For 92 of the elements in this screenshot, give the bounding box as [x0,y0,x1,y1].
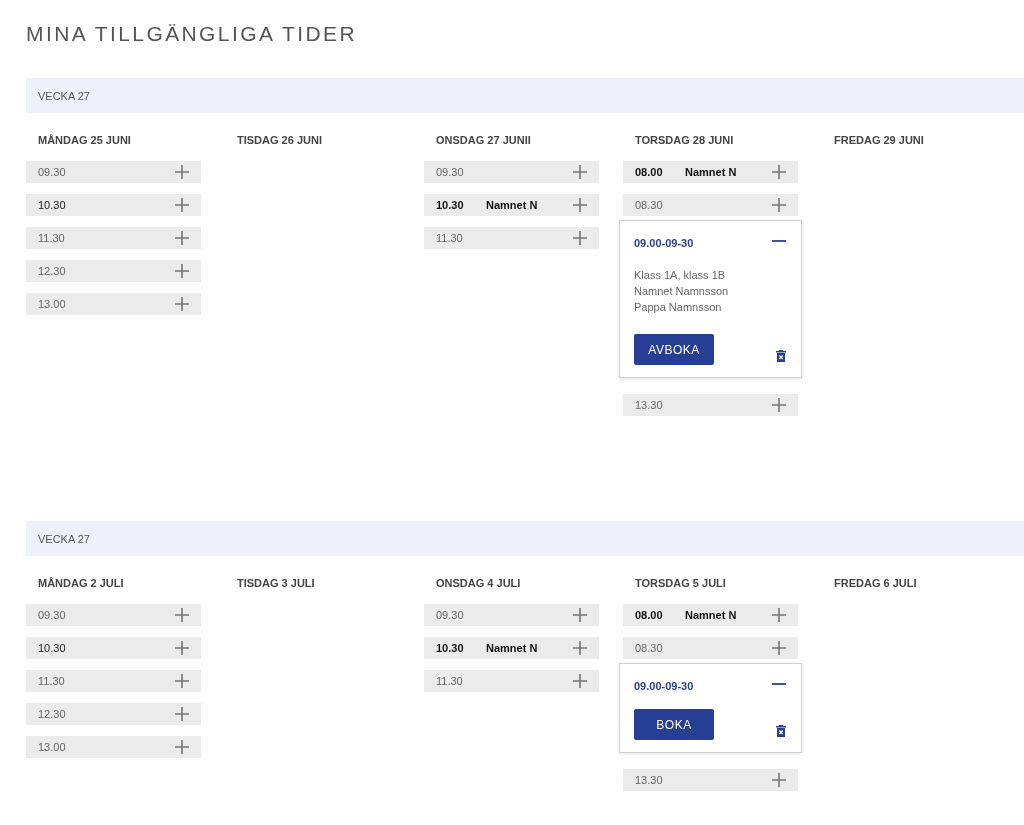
slot-time: 09.30 [436,609,465,621]
booked-name: Namnet N [685,609,738,621]
slot-time: 09.30 [436,166,465,178]
slot-time: 11.30 [436,675,464,687]
plus-icon[interactable] [573,198,587,212]
slot-time: 08.00 [635,609,664,621]
day-heading: TORSDAG 5 JULI [635,577,727,591]
plus-icon[interactable] [573,165,587,179]
time-slot[interactable]: 10.30 Namnet N [424,637,599,659]
time-slot[interactable]: 09.30 [26,604,201,626]
slot-time-range[interactable]: 09.00-09-30 [634,680,694,692]
plus-icon[interactable] [175,198,189,212]
booking-button[interactable]: AVBOKA [634,334,714,365]
time-slot[interactable]: 09.30 [26,161,201,183]
day-heading: TISDAG 3 JULI [237,577,316,591]
plus-icon[interactable] [175,264,189,278]
plus-icon[interactable] [175,740,189,754]
slot-time: 13.00 [38,298,67,310]
plus-icon[interactable] [175,231,189,245]
day-heading: ONSDAG 4 JULI [436,577,522,591]
time-slot[interactable]: 12.30 [26,260,201,282]
booked-name: Namnet N [486,642,539,654]
week-label: VECKA 27 [38,532,90,545]
plus-icon[interactable] [772,773,786,787]
slot-time: 13.30 [635,399,664,411]
day-heading: FREDAG 6 JULI [834,577,918,591]
time-slot[interactable]: 08.30 [623,194,798,216]
booked-name: Namnet N [685,166,738,178]
plus-icon[interactable] [573,641,587,655]
time-slot[interactable]: 10.30 [26,194,201,216]
time-slot[interactable]: 08.00 Namnet N [623,604,798,626]
slot-time: 11.30 [38,675,66,687]
plus-icon[interactable] [175,674,189,688]
plus-icon[interactable] [573,608,587,622]
detail-line: Pappa Namnsson [634,300,723,315]
slot-time: 13.00 [38,741,67,753]
time-slot[interactable]: 11.30 [424,670,599,692]
slot-time: 13.30 [635,774,664,786]
time-slot[interactable]: 13.30 [623,769,798,791]
slot-time: 09.30 [38,166,67,178]
day-heading: FREDAG 29 JUNI [834,134,925,148]
page-title: MINA TILLGÄNGLIGA TIDER [26,22,358,46]
day-heading: ONSDAG 27 JUNII [436,134,532,148]
slot-time: 10.30 [38,642,67,654]
plus-icon[interactable] [175,297,189,311]
time-slot[interactable]: 12.30 [26,703,201,725]
plus-icon[interactable] [772,608,786,622]
trash-icon[interactable] [776,725,786,737]
slot-time: 12.30 [38,708,67,720]
time-slot[interactable]: 09.30 [424,604,599,626]
plus-icon[interactable] [175,608,189,622]
detail-line: Klass 1A, klass 1B [634,268,727,283]
booking-button[interactable]: BOKA [634,709,714,740]
time-slot[interactable]: 09.30 [424,161,599,183]
time-slot[interactable]: 13.00 [26,736,201,758]
slot-time: 10.30 [436,642,465,654]
plus-icon[interactable] [175,641,189,655]
detail-line: Namnet Namnsson [634,284,730,299]
plus-icon[interactable] [772,165,786,179]
day-heading: MÅNDAG 2 JULI [38,577,125,591]
time-slot[interactable]: 08.30 [623,637,798,659]
time-slot[interactable]: 10.30 Namnet N [424,194,599,216]
plus-icon[interactable] [573,231,587,245]
plus-icon[interactable] [175,707,189,721]
time-slot[interactable]: 11.30 [26,670,201,692]
slot-time: 09.30 [38,609,67,621]
slot-time: 11.30 [38,232,66,244]
slot-time: 08.30 [635,199,664,211]
slot-time: 08.30 [635,642,664,654]
slot-time-range[interactable]: 09.00-09-30 [634,237,694,249]
trash-icon[interactable] [776,350,786,362]
booked-name: Namnet N [486,199,539,211]
slot-time: 12.30 [38,265,67,277]
slot-time: 10.30 [436,199,465,211]
time-slot[interactable]: 13.30 [623,394,798,416]
day-heading: TORSDAG 28 JUNI [635,134,735,148]
plus-icon[interactable] [772,641,786,655]
day-heading: MÅNDAG 25 JUNI [38,134,132,148]
day-heading: TISDAG 26 JUNI [237,134,323,148]
week-label: VECKA 27 [38,89,90,102]
plus-icon[interactable] [772,398,786,412]
slot-time: 10.30 [38,199,67,211]
time-slot[interactable]: 10.30 [26,637,201,659]
time-slot[interactable]: 13.00 [26,293,201,315]
time-slot[interactable]: 08.00 Namnet N [623,161,798,183]
time-slot[interactable]: 11.30 [424,227,599,249]
plus-icon[interactable] [772,198,786,212]
plus-icon[interactable] [573,674,587,688]
slot-time: 11.30 [436,232,464,244]
plus-icon[interactable] [175,165,189,179]
slot-time: 08.00 [635,166,664,178]
time-slot[interactable]: 11.30 [26,227,201,249]
